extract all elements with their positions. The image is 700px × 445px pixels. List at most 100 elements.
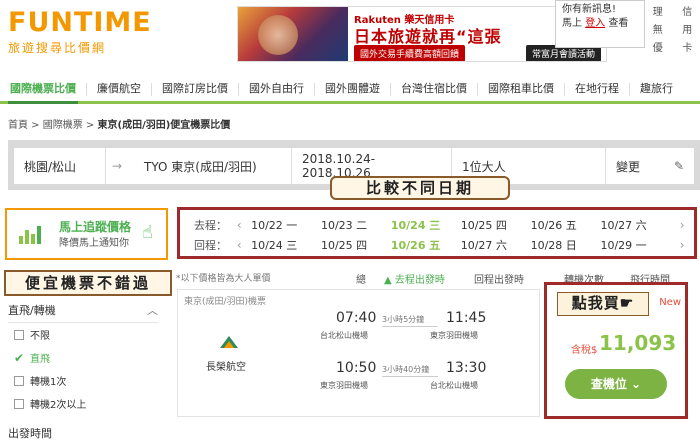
date-cell[interactable]: 10/26 五 xyxy=(531,217,601,233)
origin-value: 桃園/松山 xyxy=(24,158,76,175)
header-link-char[interactable]: 無 xyxy=(645,24,671,38)
depart-time: 07:40 xyxy=(336,310,376,326)
filter-option-label: 不限 xyxy=(30,327,50,342)
alert-title: 馬上追蹤價格 xyxy=(59,218,131,235)
date-cell[interactable]: 10/25 四 xyxy=(321,237,391,253)
filter-option-label: 直飛 xyxy=(30,350,50,365)
outbound-row: 去程：‹10/22 一10/23 二10/24 三10/25 四10/26 五1… xyxy=(180,214,694,236)
notice-text: 馬上 xyxy=(562,18,585,29)
price-alert[interactable]: 馬上追蹤價格 降價馬上通知你 ☝ xyxy=(5,208,168,260)
breadcrumb-current: 東京(成田/羽田)便宜機票比價 xyxy=(98,120,231,131)
outbound-leg: 07:40 3小時5分鐘 11:45 台北松山機場 東京羽田機場 xyxy=(306,310,536,352)
annotation-cheap-tickets: 便宜機票不錯過 xyxy=(4,270,172,296)
filter-stops-header[interactable]: 直飛/轉機 ︿ xyxy=(8,296,158,323)
airline-name: 長榮航空 xyxy=(206,358,246,373)
nav-item[interactable]: 國外團體遊 xyxy=(315,78,390,101)
filter-depart-time-title: 出發時間 xyxy=(8,425,52,441)
change-button[interactable]: 變更 ✎ xyxy=(606,148,694,184)
ad-banner[interactable]: Rakuten 樂天信用卡 日本旅遊就再“這張 國外交易手續費高額回饋 常富月會… xyxy=(237,6,607,62)
arrive-airport: 東京羽田機場 xyxy=(430,330,478,341)
card-route-title: 東京(成田/羽田)機票 xyxy=(184,294,266,307)
message-notice: 你有新訊息! 馬上 登入 查看 xyxy=(555,0,645,48)
route-arrow-icon: → xyxy=(106,148,134,184)
arrive-airport: 台北松山機場 xyxy=(430,380,478,391)
nav-item[interactable]: 廉價航空 xyxy=(87,78,151,101)
filter-option[interactable]: ✔ 直飛 xyxy=(8,346,158,369)
nav-item[interactable]: 在地行程 xyxy=(565,78,629,101)
edit-icon: ✎ xyxy=(674,159,684,173)
check-seats-button[interactable]: 查機位 ⌄ xyxy=(565,369,667,399)
checkbox[interactable] xyxy=(14,330,24,340)
destination-field[interactable]: TYO 東京(成田/羽田) xyxy=(134,148,292,184)
filter-panel: 直飛/轉機 ︿ 不限 ✔ 直飛轉機1次轉機2次以上 出發時間 xyxy=(8,296,158,445)
nav-item[interactable]: 國際機票比價 xyxy=(0,78,86,101)
breadcrumb-sep: > xyxy=(83,120,98,131)
flight-line xyxy=(382,326,438,327)
sort-total-label: 總 xyxy=(356,275,366,286)
checkbox[interactable] xyxy=(14,399,24,409)
date-row-label: 去程： xyxy=(180,217,227,233)
sort-return-label: 回程出發時 xyxy=(474,275,524,286)
bar-chart-icon xyxy=(19,224,41,244)
date-cell[interactable]: 10/28 日 xyxy=(531,237,601,253)
date-compare-grid: 去程：‹10/22 一10/23 二10/24 三10/25 四10/26 五1… xyxy=(177,207,697,259)
date-row-label: 回程： xyxy=(180,237,227,253)
flight-result-card[interactable]: 東京(成田/羽田)機票 長榮航空 07:40 3小時5分鐘 11:45 台北松山… xyxy=(177,289,540,417)
chevron-right-icon[interactable]: › xyxy=(670,218,694,232)
date-cell[interactable]: 10/23 二 xyxy=(321,217,391,233)
date-cell[interactable]: 10/26 五 xyxy=(391,237,461,253)
depart-airport: 台北松山機場 xyxy=(320,330,368,341)
filter-option[interactable]: 不限 xyxy=(8,323,158,346)
header-link-char[interactable]: 信 xyxy=(675,6,700,20)
nav-item[interactable]: 台灣住宿比價 xyxy=(391,78,477,101)
header-link-char[interactable]: 用 xyxy=(675,24,700,38)
flight-duration: 3小時5分鐘 xyxy=(382,314,424,325)
chevron-left-icon[interactable]: ‹ xyxy=(227,238,251,252)
annotation-compare-dates: 比較不同日期 xyxy=(330,176,510,200)
price-note: *以下價格皆為大人單價 xyxy=(176,271,271,284)
filter-depart-time-header[interactable]: 出發時間 xyxy=(8,419,158,445)
sort-depart-label: ▲ 去程出發時 xyxy=(384,275,445,286)
date-cell[interactable]: 10/27 六 xyxy=(461,237,531,253)
checkmark-icon[interactable]: ✔ xyxy=(14,353,24,363)
date-cell[interactable]: 10/22 一 xyxy=(251,217,321,233)
change-label: 變更 xyxy=(616,158,640,175)
filter-option-label: 轉機2次以上 xyxy=(30,396,86,411)
date-cell[interactable]: 10/29 一 xyxy=(600,237,670,253)
arrive-time: 13:30 xyxy=(446,360,486,376)
nav-item[interactable]: 國外自由行 xyxy=(239,78,314,101)
date-cell[interactable]: 10/25 四 xyxy=(461,217,531,233)
filter-option[interactable]: 轉機2次以上 xyxy=(8,392,158,415)
passengers-value: 1位大人 xyxy=(462,158,506,175)
header-link-char[interactable]: 優 xyxy=(645,42,671,56)
origin-field[interactable]: 桃園/松山 xyxy=(14,148,106,184)
notice-text-end: 查看 xyxy=(605,18,628,29)
date-cell[interactable]: 10/24 三 xyxy=(251,237,321,253)
chevron-left-icon[interactable]: ‹ xyxy=(227,218,251,232)
filter-option-label: 轉機1次 xyxy=(30,373,66,388)
ad-strip: 國外交易手續費高額回饋 xyxy=(354,45,465,62)
airline-logo-icon xyxy=(218,334,240,352)
header-link-char[interactable]: 理 xyxy=(645,6,671,20)
header-link-char[interactable]: 卡 xyxy=(675,42,700,56)
nav-item[interactable]: 國際租車比價 xyxy=(478,78,564,101)
breadcrumb-home[interactable]: 首頁 xyxy=(8,120,28,131)
login-link[interactable]: 登入 xyxy=(585,18,605,29)
logo-text: FUNTIME xyxy=(8,8,152,38)
chevron-right-icon[interactable]: › xyxy=(670,238,694,252)
nav-item[interactable]: 國際訂房比價 xyxy=(152,78,238,101)
new-badge: New xyxy=(659,297,681,308)
depart-airport: 東京羽田機場 xyxy=(320,380,368,391)
notice-line-2: 馬上 登入 查看 xyxy=(562,17,638,31)
filter-option[interactable]: 轉機1次 xyxy=(8,369,158,392)
main-nav: 國際機票比價廉價航空國際訂房比價國外自由行國外團體遊台灣住宿比價國際租車比價在地… xyxy=(0,78,700,104)
flight-duration: 3小時40分鐘 xyxy=(382,364,429,375)
checkbox[interactable] xyxy=(14,376,24,386)
destination-value: TYO 東京(成田/羽田) xyxy=(144,158,257,175)
date-cell[interactable]: 10/27 六 xyxy=(600,217,670,233)
site-logo[interactable]: FUNTIME 旅遊搜尋比價網 xyxy=(8,8,152,56)
breadcrumb-category[interactable]: 國際機票 xyxy=(43,120,83,131)
nav-item[interactable]: 趣旅行 xyxy=(630,78,683,101)
date-cell[interactable]: 10/24 三 xyxy=(391,217,461,233)
annotation-click-buy: 點我買☛ xyxy=(557,292,649,316)
